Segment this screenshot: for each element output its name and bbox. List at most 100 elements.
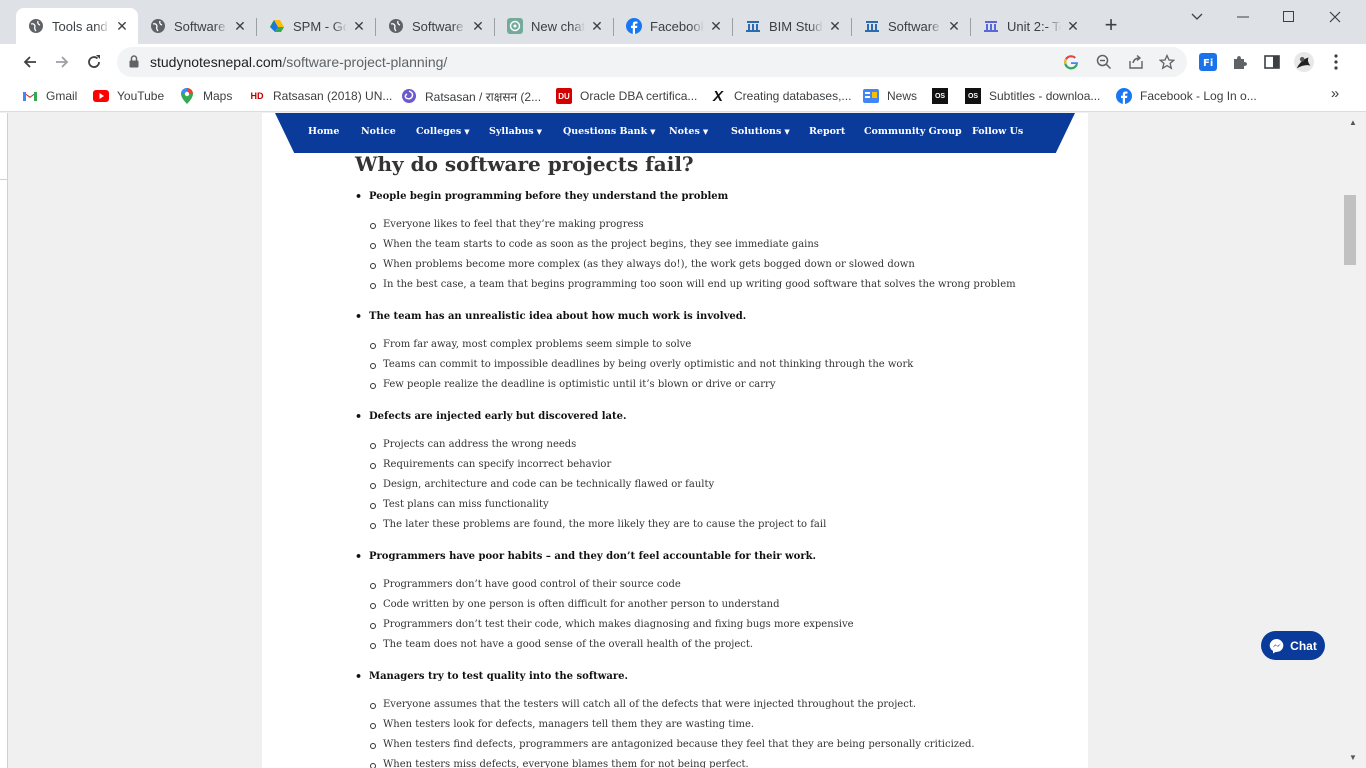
close-icon[interactable]: ✕ [232,18,248,34]
bookmark-oracle-dba[interactable]: DU Oracle DBA certifica... [556,86,697,106]
tab-software-f[interactable]: Software F ✕ [138,8,256,44]
chevron-double-right-icon[interactable]: » [1326,85,1344,103]
tab-title: Software F [174,18,228,34]
url-domain: studynotesnepal.com [150,54,283,70]
avatar[interactable] [1294,52,1314,72]
bookmark-label: Ratsasan (2018) UN... [273,89,393,103]
nav-label: Report [809,126,846,137]
globe-icon [150,18,166,34]
tab-unit-2[interactable]: Unit 2:- To ✕ [971,8,1089,44]
arrow-left-icon [23,56,36,68]
maps-icon [179,88,195,104]
bookmark-label: Oracle DBA certifica... [580,89,698,103]
left-panel [0,113,8,768]
bookmark-maps[interactable]: Maps [179,86,232,106]
tab-spm-google[interactable]: SPM - Goo ✕ [257,8,375,44]
browser-toolbar: studynotesnepal.com/software-project-pla… [0,44,1366,80]
close-icon[interactable]: ✕ [114,18,130,34]
list-item: Few people realize the deadline is optim… [355,377,1055,397]
section-heading: Defects are injected early but discovere… [355,409,1055,425]
page-viewport: Home Notice Colleges ▼ Syllabus ▼ Question… [0,113,1341,768]
list-item: Test plans can miss functionality [355,497,1055,517]
address-bar[interactable]: studynotesnepal.com/software-project-pla… [117,47,1187,77]
bookmark-gmail[interactable]: Gmail [22,86,77,106]
side-panel-icon[interactable] [1262,52,1282,72]
maximize-button[interactable] [1266,6,1312,28]
scrollbar-thumb[interactable] [1344,195,1356,265]
tab-title: New chat [531,18,585,34]
nav-label: Solutions [731,126,782,137]
new-tab-button[interactable]: + [1100,14,1122,36]
close-icon[interactable]: ✕ [470,18,486,34]
forward-button[interactable] [48,48,76,76]
nav-community-group[interactable]: Community Group [864,126,962,137]
star-icon[interactable] [1158,53,1176,71]
maximize-icon [1283,11,1294,22]
gmail-icon [22,88,38,104]
list-item: When testers look for defects, managers … [355,717,1055,737]
bookmark-facebook-login[interactable]: Facebook - Log In o... [1116,86,1257,106]
list-item: Programmers don’t have good control of t… [355,577,1055,597]
bookmark-creating-databases[interactable]: X Creating databases,... [710,86,851,106]
lock-icon[interactable] [129,55,139,73]
bookmark-youtube[interactable]: YouTube [93,86,164,106]
nav-label: Notice [361,126,396,137]
nav-notice[interactable]: Notice [361,126,396,137]
tab-bim-study[interactable]: BIM Study ✕ [733,8,851,44]
extension-fi-icon[interactable]: Fi [1198,52,1218,72]
tab-new-chat[interactable]: New chat ✕ [495,8,613,44]
nav-questions-bank[interactable]: Questions Bank ▼ [563,126,656,137]
nav-report[interactable]: Report [809,126,845,137]
list-item: Requirements can specify incorrect behav… [355,457,1055,477]
nav-notes[interactable]: Notes ▼ [669,126,708,137]
close-icon[interactable]: ✕ [351,18,367,34]
back-button[interactable] [16,48,44,76]
tab-title: Tools and [52,18,108,34]
share-icon[interactable] [1127,53,1145,71]
close-icon[interactable]: ✕ [1065,18,1081,34]
close-window-button[interactable] [1312,6,1358,28]
reload-icon [88,55,100,68]
list-item: When the team starts to code as soon as … [355,237,1055,257]
reload-button[interactable] [80,48,108,76]
nav-label: Questions Bank [563,126,648,137]
chat-button[interactable]: Chat [1261,631,1325,660]
close-icon[interactable]: ✕ [589,18,605,34]
bookmark-label: Ratsasan / राक्षसन (2... [425,89,542,104]
tab-software-f-2[interactable]: Software F ✕ [376,8,494,44]
nav-colleges[interactable]: Colleges ▼ [416,126,470,137]
sub-list: Everyone assumes that the testers will c… [355,697,1055,768]
nav-home[interactable]: Home [308,126,339,137]
site-icon [983,18,999,34]
section-heading: People begin programming before they und… [355,189,1055,205]
tab-software-f-3[interactable]: Software F ✕ [852,8,970,44]
nav-follow-us[interactable]: Follow Us [972,126,1023,137]
tab-tools-and[interactable]: Tools and ✕ [16,8,138,44]
nav-label: Syllabus [489,126,534,137]
tab-facebook[interactable]: Facebook ✕ [614,8,732,44]
bookmark-subtitles[interactable]: OS Subtitles - downloa... [965,86,1100,106]
list-item: Teams can commit to impossible deadlines… [355,357,1055,377]
scroll-up-icon[interactable]: ▲ [1349,118,1357,127]
tab-search-button[interactable] [1174,6,1220,28]
tab-title: Software F [412,18,466,34]
bookmark-ratsasan-un[interactable]: HD Ratsasan (2018) UN... [249,86,393,106]
close-icon[interactable]: ✕ [827,18,843,34]
bookmark-os[interactable]: OS [932,86,956,106]
nav-solutions[interactable]: Solutions ▼ [731,126,790,137]
puzzle-icon[interactable] [1230,52,1250,72]
scroll-down-icon[interactable]: ▼ [1349,753,1357,762]
bookmark-news[interactable]: News [863,86,917,106]
close-icon[interactable]: ✕ [946,18,962,34]
nav-syllabus[interactable]: Syllabus ▼ [489,126,542,137]
close-icon[interactable]: ✕ [708,18,724,34]
list-item: Design, architecture and code can be tec… [355,477,1055,497]
site-icon [864,18,880,34]
minimize-button[interactable] [1220,6,1266,28]
menu-kebab-icon[interactable] [1326,52,1346,72]
zoom-out-icon[interactable] [1095,53,1113,71]
tab-title: SPM - Goo [293,18,347,34]
arrow-right-icon [56,56,69,68]
google-icon[interactable] [1062,53,1080,71]
bookmark-ratsasan-hindi[interactable]: Ratsasan / राक्षसन (2... [401,86,541,106]
